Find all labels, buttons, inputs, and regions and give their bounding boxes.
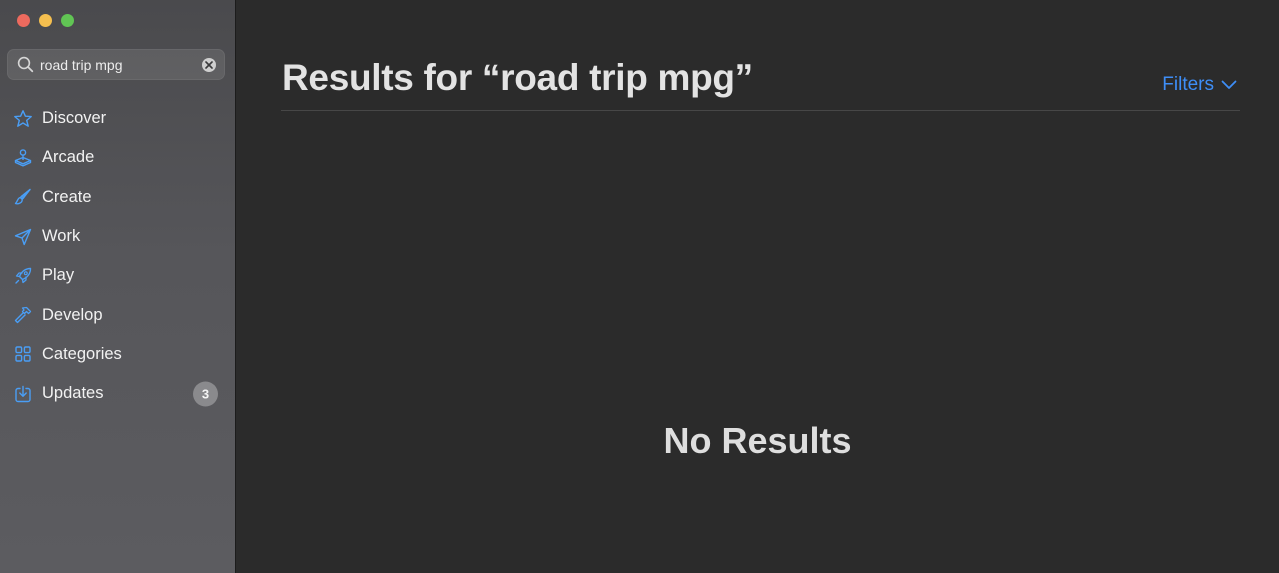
grid-icon <box>13 344 33 364</box>
clear-search-icon[interactable] <box>202 57 216 72</box>
hammer-icon <box>13 305 33 325</box>
magnifying-glass-icon <box>16 56 34 74</box>
sidebar-item-label: Discover <box>42 109 107 128</box>
updates-count-badge: 3 <box>193 381 218 407</box>
window-controls <box>17 14 74 27</box>
close-window-button[interactable] <box>17 14 30 27</box>
sidebar-item-discover[interactable]: Discover <box>0 99 236 138</box>
sidebar-item-categories[interactable]: Categories <box>0 335 236 374</box>
filters-label: Filters <box>1162 74 1214 95</box>
zoom-window-button[interactable] <box>61 14 74 27</box>
title-divider <box>281 110 1240 111</box>
sidebar-item-arcade[interactable]: Arcade <box>0 138 236 177</box>
sidebar-item-label: Categories <box>42 344 122 363</box>
star-icon <box>13 109 33 129</box>
sidebar-item-play[interactable]: Play <box>0 256 236 295</box>
filters-button[interactable]: Filters <box>1162 74 1237 96</box>
sidebar: Discover Arcade <box>0 0 236 573</box>
sidebar-item-work[interactable]: Work <box>0 217 236 256</box>
sidebar-item-label: Develop <box>42 305 103 324</box>
download-icon <box>13 384 33 404</box>
sidebar-item-updates[interactable]: Updates 3 <box>0 374 236 413</box>
sidebar-item-create[interactable]: Create <box>0 178 236 217</box>
empty-state-message: No Results <box>663 420 852 461</box>
sidebar-item-label: Arcade <box>42 148 95 167</box>
main-content: Results for “road trip mpg” Filters No R… <box>236 0 1279 573</box>
rocket-icon <box>13 266 33 286</box>
chevron-down-icon <box>1221 74 1237 96</box>
paperplane-icon <box>13 227 33 247</box>
sidebar-item-label: Updates <box>42 384 104 403</box>
sidebar-nav: Discover Arcade Create Work Play Develop… <box>0 99 236 413</box>
sidebar-item-label: Work <box>42 227 81 246</box>
sidebar-item-develop[interactable]: Develop <box>0 295 236 334</box>
minimize-window-button[interactable] <box>39 14 52 27</box>
sidebar-item-label: Play <box>42 266 75 285</box>
page-title: Results for “road trip mpg” <box>282 57 753 98</box>
app-window: Discover Arcade <box>0 0 1279 573</box>
sidebar-item-label: Create <box>42 187 92 206</box>
search-field[interactable] <box>7 49 225 80</box>
search-input[interactable] <box>40 56 202 73</box>
paintbrush-icon <box>13 187 33 207</box>
joystick-icon <box>13 148 33 168</box>
